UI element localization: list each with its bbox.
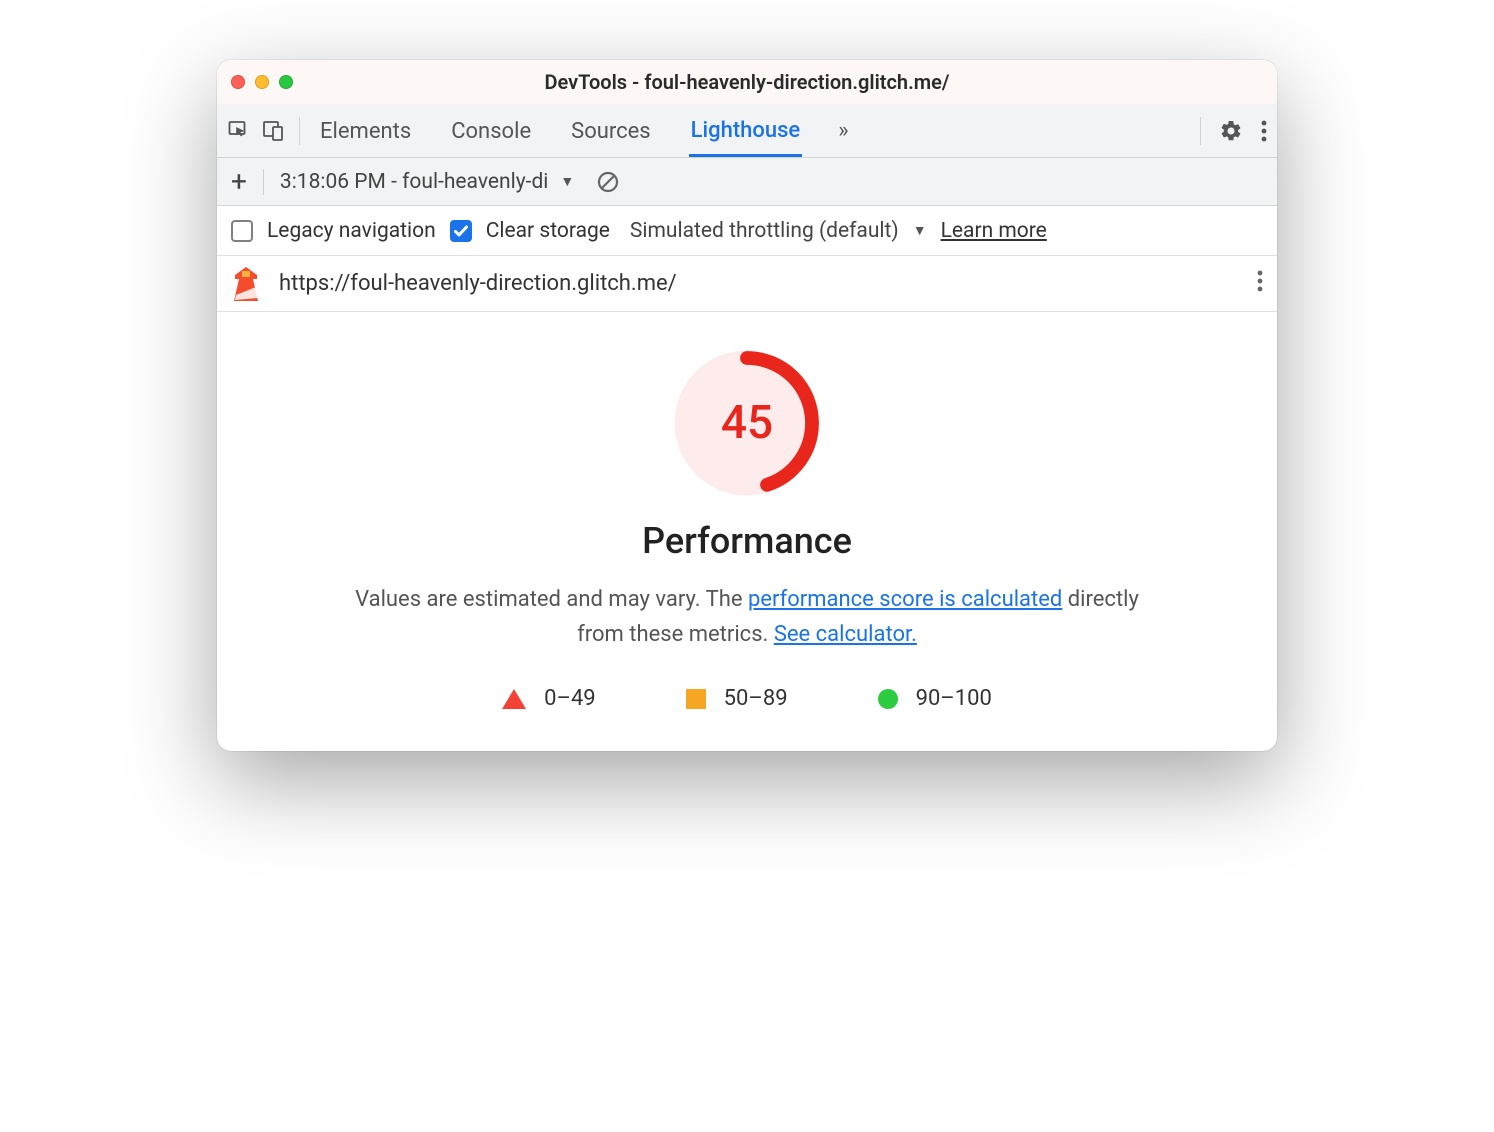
- report-url-row: https://foul-heavenly-direction.glitch.m…: [217, 256, 1277, 312]
- tab-console[interactable]: Console: [449, 106, 533, 155]
- separator: [299, 117, 300, 145]
- performance-gauge: 45: [237, 348, 1257, 498]
- tab-lighthouse[interactable]: Lighthouse: [689, 105, 803, 157]
- settings-gear-icon[interactable]: [1219, 119, 1243, 143]
- legend-mid-label: 50–89: [724, 686, 788, 711]
- performance-section: 45 Performance Values are estimated and …: [217, 312, 1277, 751]
- close-window-button[interactable]: [231, 75, 245, 89]
- legend-low-label: 0–49: [544, 686, 596, 711]
- legend-item-low: 0–49: [502, 686, 596, 711]
- dropdown-triangle-icon: ▼: [913, 222, 927, 239]
- dropdown-triangle-icon: ▼: [560, 173, 574, 190]
- clear-report-icon[interactable]: [596, 170, 620, 194]
- score-legend: 0–49 50–89 90–100: [237, 686, 1257, 711]
- tab-sources[interactable]: Sources: [569, 106, 653, 155]
- circle-green-icon: [878, 689, 898, 709]
- triangle-red-icon: [502, 689, 526, 709]
- performance-score: 45: [672, 348, 822, 498]
- devtools-lead-icons: [227, 119, 299, 143]
- report-selector[interactable]: 3:18:06 PM - foul-heavenly-di ▼: [280, 170, 574, 194]
- traffic-lights: [231, 75, 293, 89]
- legacy-navigation-label: Legacy navigation: [267, 219, 436, 243]
- minimize-window-button[interactable]: [255, 75, 269, 89]
- devtools-tabs-row: Elements Console Sources Lighthouse »: [217, 104, 1277, 158]
- devtools-right-controls: [1200, 117, 1267, 145]
- separator: [263, 169, 264, 195]
- device-toolbar-icon[interactable]: [261, 119, 285, 143]
- more-tabs-icon[interactable]: »: [838, 118, 848, 143]
- throttling-selector[interactable]: Simulated throttling (default) ▼: [630, 219, 927, 243]
- lighthouse-logo-icon: [231, 267, 261, 301]
- performance-score-link[interactable]: performance score is calculated: [748, 587, 1062, 612]
- separator: [1200, 117, 1201, 145]
- window-titlebar: DevTools - foul-heavenly-direction.glitc…: [217, 60, 1277, 104]
- clear-storage-checkbox[interactable]: [450, 220, 472, 242]
- clear-storage-label: Clear storage: [486, 219, 610, 243]
- performance-title: Performance: [237, 520, 1257, 562]
- report-selector-label: 3:18:06 PM - foul-heavenly-di: [280, 170, 549, 194]
- inspect-element-icon[interactable]: [227, 119, 251, 143]
- tab-elements[interactable]: Elements: [318, 106, 413, 155]
- perf-desc-text-1: Values are estimated and may vary. The: [355, 587, 748, 612]
- legend-item-high: 90–100: [878, 686, 992, 711]
- lighthouse-toolbar: + 3:18:06 PM - foul-heavenly-di ▼: [217, 158, 1277, 206]
- more-menu-icon[interactable]: [1261, 119, 1267, 143]
- window-title: DevTools - foul-heavenly-direction.glitc…: [217, 70, 1277, 94]
- devtools-tabs: Elements Console Sources Lighthouse »: [318, 105, 849, 157]
- learn-more-link[interactable]: Learn more: [941, 219, 1047, 243]
- legend-item-mid: 50–89: [686, 686, 788, 711]
- lighthouse-options: Legacy navigation Clear storage Simulate…: [217, 206, 1277, 256]
- performance-description: Values are estimated and may vary. The p…: [332, 582, 1162, 652]
- legend-high-label: 90–100: [916, 686, 992, 711]
- devtools-window: DevTools - foul-heavenly-direction.glitc…: [217, 60, 1277, 751]
- report-menu-icon[interactable]: [1257, 269, 1263, 299]
- report-url: https://foul-heavenly-direction.glitch.m…: [279, 271, 677, 296]
- square-orange-icon: [686, 689, 706, 709]
- see-calculator-link[interactable]: See calculator.: [774, 622, 917, 647]
- legacy-navigation-checkbox[interactable]: [231, 220, 253, 242]
- zoom-window-button[interactable]: [279, 75, 293, 89]
- throttling-label: Simulated throttling (default): [630, 219, 899, 243]
